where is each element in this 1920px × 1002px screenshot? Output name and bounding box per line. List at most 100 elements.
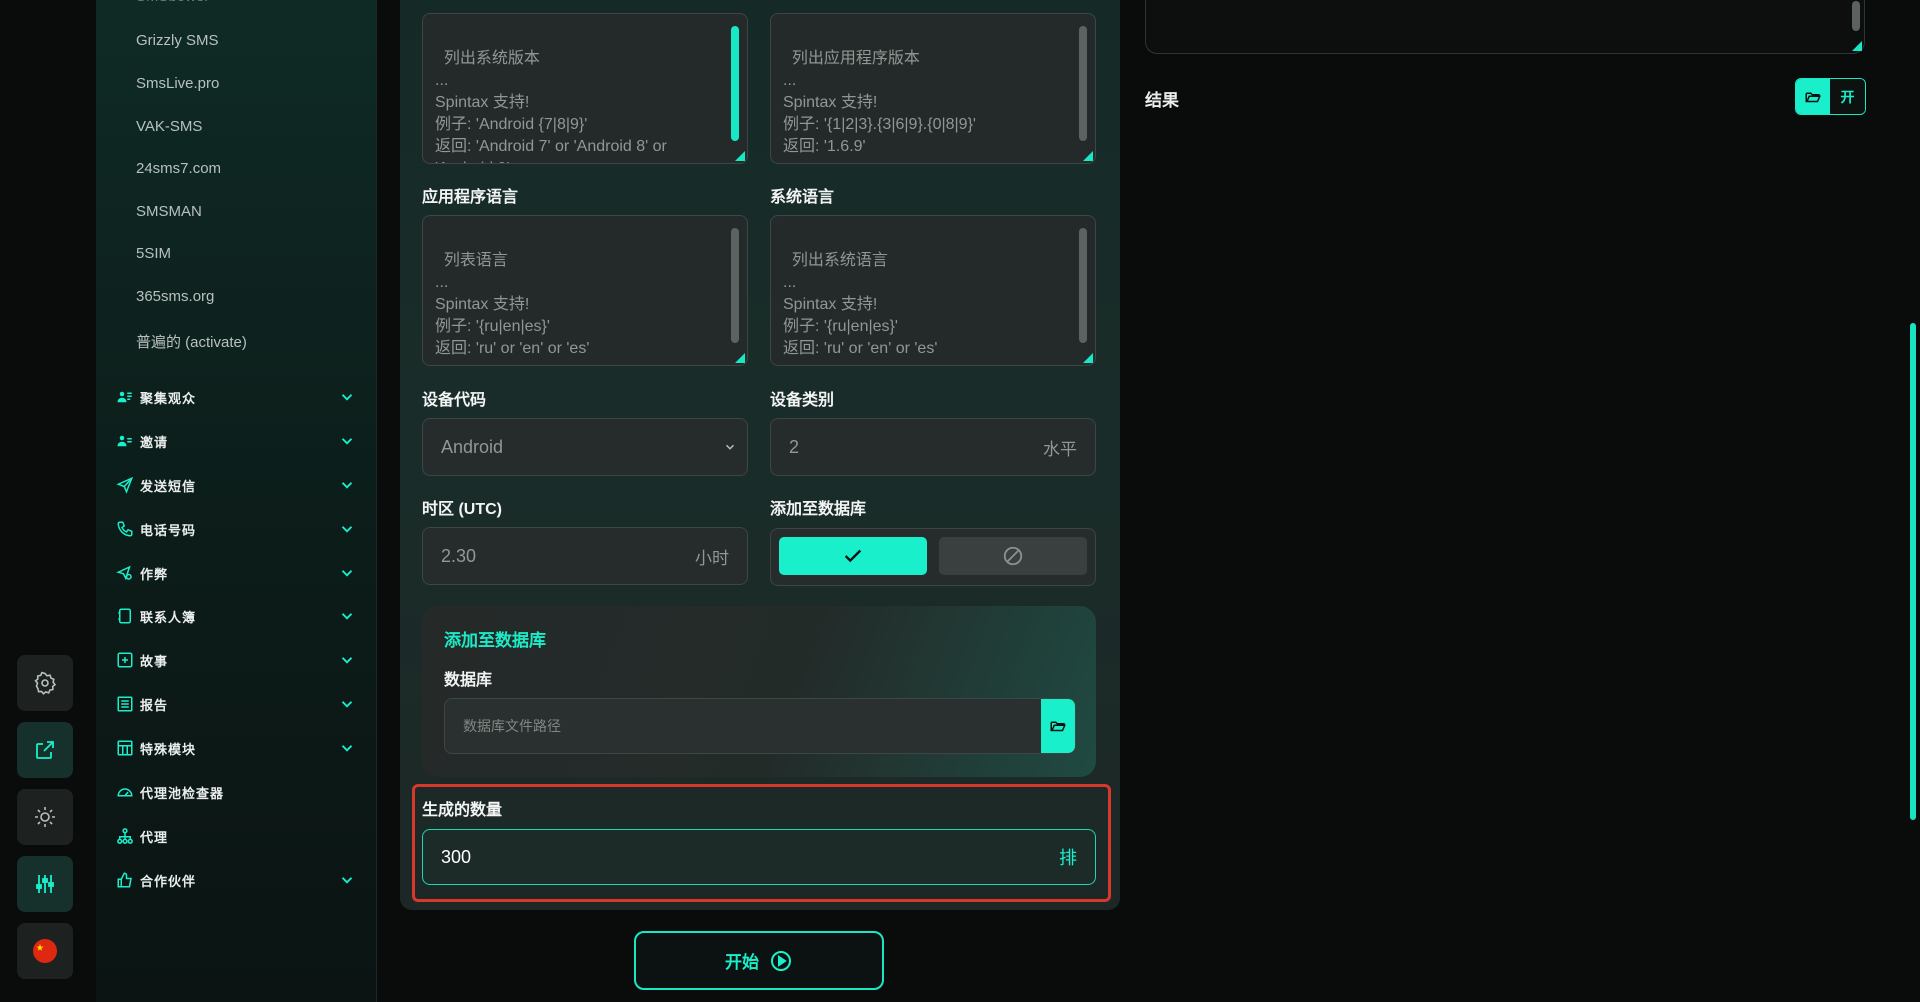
chevron-down-icon[interactable] [338, 520, 356, 538]
sidebar-nav-item[interactable]: 特殊模块 [116, 737, 356, 759]
sidebar-nav-label: 故事 [140, 654, 169, 670]
sidebar-nav-label: 聚集观众 [140, 391, 197, 407]
modules-icon [116, 739, 134, 757]
scrollbar[interactable] [731, 26, 739, 141]
sidebar-nav-item[interactable]: 聚集观众 [116, 386, 356, 408]
sidebar-nav-item[interactable]: 代理 [116, 825, 356, 847]
phone-icon [116, 520, 134, 538]
start-button[interactable]: 开始 [634, 931, 884, 990]
speedometer-icon [116, 783, 134, 801]
toggle-no-button[interactable] [939, 537, 1087, 575]
scrollbar[interactable] [1852, 1, 1860, 31]
chevron-down-icon[interactable] [338, 871, 356, 889]
generate-count-value: 300 [441, 846, 472, 867]
language-button[interactable] [17, 923, 73, 979]
sidebar-provider[interactable]: 365sms.org [136, 288, 214, 305]
app-language-textarea[interactable]: 列表语言 ... Spintax 支持! 例子: '{ru|en|es}' 返回… [422, 215, 748, 366]
sidebar-provider[interactable]: 24sms7.com [136, 160, 221, 177]
scrollbar[interactable] [1079, 228, 1087, 343]
sidebar-nav-item[interactable]: 作弊 [116, 562, 356, 584]
theme-toggle-button[interactable] [17, 789, 73, 845]
chevron-down-icon[interactable] [338, 739, 356, 757]
device-code-select[interactable]: Android [422, 418, 748, 476]
story-icon [116, 651, 134, 669]
system-language-textarea[interactable]: 列出系统语言 ... Spintax 支持! 例子: '{ru|en|es}' … [770, 215, 1096, 366]
sidebar-provider-partial[interactable]: SMSbower [136, 0, 209, 5]
sidebar-provider[interactable]: Grizzly SMS [136, 32, 219, 49]
send-icon [116, 476, 134, 494]
sidebar-nav-item[interactable]: 合作伙伴 [116, 869, 356, 891]
icon-rail [0, 0, 96, 1002]
resize-handle-icon[interactable] [1083, 151, 1093, 161]
page-scrollbar[interactable] [1910, 323, 1916, 820]
chevron-down-icon[interactable] [338, 564, 356, 582]
thumbs-up-icon [116, 871, 134, 889]
china-flag-icon [33, 939, 57, 963]
open-result-button[interactable]: 开 [1795, 78, 1866, 115]
sidebar-nav-label: 发送短信 [140, 479, 197, 495]
device-code-value: Android [441, 436, 504, 457]
chevron-down-icon[interactable] [338, 476, 356, 494]
sidebar-nav-item[interactable]: 发送短信 [116, 474, 356, 496]
sidebar-nav-label: 合作伙伴 [140, 874, 197, 890]
sidebar-provider[interactable]: 普遍的 (activate) [136, 331, 247, 352]
sidebar-provider[interactable]: SmsLive.pro [136, 75, 219, 92]
resize-handle-icon[interactable] [735, 353, 745, 363]
sidebar-nav-item[interactable]: 报告 [116, 693, 356, 715]
system-language-label: 系统语言 [770, 189, 835, 206]
sidebar-provider[interactable]: 5SIM [136, 245, 171, 262]
sidebar-nav-item[interactable]: 故事 [116, 649, 356, 671]
open-folder-area[interactable] [1796, 79, 1830, 114]
gear-icon [34, 671, 57, 695]
sidebar-nav-item[interactable]: 代理池检查器 [116, 781, 356, 803]
resize-handle-icon[interactable] [735, 151, 745, 161]
scrollbar[interactable] [1079, 26, 1087, 141]
device-code-label: 设备代码 [422, 392, 487, 409]
device-category-input[interactable]: 2 水平 [770, 418, 1096, 476]
resize-handle-icon[interactable] [1852, 41, 1862, 51]
mixer-button[interactable] [17, 856, 73, 912]
timezone-label: 时区 (UTC) [422, 501, 502, 518]
app-version-textarea[interactable]: 列出应用程序版本 ... Spintax 支持! 例子: '{1|2|3}.{3… [770, 13, 1096, 164]
result-output-box[interactable] [1145, 0, 1865, 54]
external-link-button[interactable] [17, 722, 73, 778]
timezone-suffix: 小时 [695, 548, 729, 568]
folder-open-icon [1050, 721, 1066, 732]
invite-icon [116, 432, 134, 450]
generate-count-input[interactable]: 300 排 [422, 829, 1096, 885]
database-card-title: 添加至数据库 [444, 631, 546, 651]
chevron-down-icon [725, 444, 735, 450]
sidebar-provider[interactable]: SMSMAN [136, 203, 202, 220]
add-to-db-toggle [770, 528, 1096, 586]
system-language-placeholder: 列出系统语言 ... Spintax 支持! 例子: '{ru|en|es}' … [783, 252, 938, 357]
open-label: 开 [1830, 79, 1865, 114]
sun-icon [35, 807, 55, 827]
chevron-down-icon[interactable] [338, 388, 356, 406]
chevron-down-icon[interactable] [338, 651, 356, 669]
sidebar-nav-label: 报告 [140, 698, 169, 714]
toggle-yes-button[interactable] [779, 537, 927, 575]
sidebar-provider[interactable]: VAK-SMS [136, 118, 202, 135]
generate-count-suffix: 排 [1059, 848, 1077, 868]
chevron-down-icon[interactable] [338, 432, 356, 450]
device-category-suffix: 水平 [1043, 439, 1077, 459]
resize-handle-icon[interactable] [1083, 353, 1093, 363]
device-category-label: 设备类别 [770, 392, 835, 409]
app-language-label: 应用程序语言 [422, 189, 519, 206]
sidebar-nav-label: 特殊模块 [140, 742, 197, 758]
timezone-input[interactable]: 2.30 小时 [422, 527, 748, 585]
play-circle-icon [771, 950, 791, 971]
sidebar-nav-label: 代理 [140, 830, 169, 846]
sidebar-nav-item[interactable]: 电话号码 [116, 518, 356, 540]
block-icon [1003, 546, 1023, 566]
sidebar-nav-item[interactable]: 邀请 [116, 430, 356, 452]
system-version-textarea[interactable]: 列出系统版本 ... Spintax 支持! 例子: 'Android {7|8… [422, 13, 748, 164]
scrollbar[interactable] [731, 228, 739, 343]
sidebar-nav-item[interactable]: 联系人簿 [116, 605, 356, 627]
chevron-down-icon[interactable] [338, 607, 356, 625]
browse-folder-button[interactable] [1041, 699, 1075, 753]
chevron-down-icon[interactable] [338, 695, 356, 713]
settings-button[interactable] [17, 655, 73, 711]
sidebar-nav-label: 代理池检查器 [140, 786, 225, 802]
database-path-input[interactable]: 数据库文件路径 [444, 698, 1076, 754]
